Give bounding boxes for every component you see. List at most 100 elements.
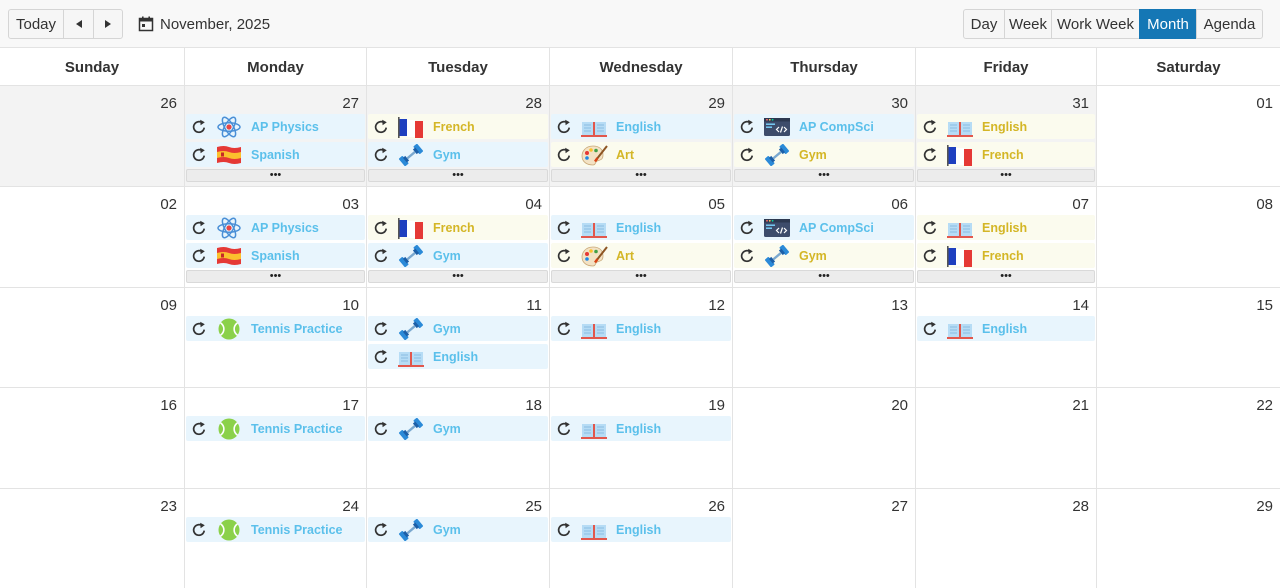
day-number[interactable]: 11 [526, 297, 542, 314]
day-cell[interactable]: 03 AP Physics Spanish ••• [184, 186, 366, 287]
day-number[interactable]: 15 [1256, 297, 1273, 314]
calendar-event[interactable]: Art [551, 243, 731, 268]
today-button[interactable]: Today [8, 9, 64, 39]
day-cell[interactable]: 11 Gym English [366, 287, 549, 387]
day-cell[interactable]: 22 [1096, 387, 1280, 488]
day-number[interactable]: 08 [1256, 196, 1273, 213]
more-events-button[interactable]: ••• [734, 270, 914, 283]
previous-button[interactable] [63, 9, 94, 39]
day-number[interactable]: 27 [342, 95, 359, 112]
day-number[interactable]: 23 [160, 498, 177, 515]
day-number[interactable]: 29 [708, 95, 725, 112]
day-number[interactable]: 18 [525, 397, 542, 414]
day-number[interactable]: 02 [160, 196, 177, 213]
day-cell[interactable]: 31 English French ••• [915, 86, 1096, 186]
day-cell[interactable]: 27 AP Physics Spanish ••• [184, 86, 366, 186]
calendar-event[interactable]: Spanish [186, 243, 365, 268]
day-cell[interactable]: 23 [0, 488, 184, 588]
calendar-event[interactable]: English [551, 316, 731, 341]
calendar-event[interactable]: Art [551, 142, 731, 167]
day-cell[interactable]: 10 Tennis Practice [184, 287, 366, 387]
calendar-event[interactable]: Tennis Practice [186, 416, 365, 441]
day-number[interactable]: 20 [891, 397, 908, 414]
calendar-event[interactable]: Tennis Practice [186, 316, 365, 341]
day-number[interactable]: 24 [342, 498, 359, 515]
calendar-event[interactable]: AP CompSci [734, 215, 914, 240]
more-events-button[interactable]: ••• [917, 270, 1095, 283]
calendar-event[interactable]: English [917, 316, 1095, 341]
day-number[interactable]: 05 [708, 196, 725, 213]
calendar-event[interactable]: Gym [734, 243, 914, 268]
day-number[interactable]: 16 [160, 397, 177, 414]
calendar-event[interactable]: Gym [368, 316, 548, 341]
day-cell[interactable]: 09 [0, 287, 184, 387]
calendar-event[interactable]: English [551, 416, 731, 441]
calendar-event[interactable]: English [368, 344, 548, 369]
calendar-event[interactable]: French [917, 142, 1095, 167]
more-events-button[interactable]: ••• [368, 169, 548, 182]
view-month-button[interactable]: Month [1139, 9, 1197, 39]
day-cell[interactable]: 18 Gym [366, 387, 549, 488]
calendar-event[interactable]: English [551, 517, 731, 542]
day-cell[interactable]: 02 [0, 186, 184, 287]
calendar-event[interactable]: French [917, 243, 1095, 268]
day-cell[interactable]: 26 [0, 86, 184, 186]
day-number[interactable]: 21 [1072, 397, 1089, 414]
more-events-button[interactable]: ••• [368, 270, 548, 283]
day-number[interactable]: 30 [891, 95, 908, 112]
day-number[interactable]: 07 [1072, 196, 1089, 213]
calendar-event[interactable]: Gym [368, 243, 548, 268]
day-number[interactable]: 09 [160, 297, 177, 314]
day-cell[interactable]: 20 [732, 387, 915, 488]
day-number[interactable]: 27 [891, 498, 908, 515]
day-number[interactable]: 01 [1256, 95, 1273, 112]
day-cell[interactable]: 29 [1096, 488, 1280, 588]
calendar-event[interactable]: English [551, 114, 731, 139]
day-cell[interactable]: 19 English [549, 387, 732, 488]
day-cell[interactable]: 28 French Gym ••• [366, 86, 549, 186]
day-cell[interactable]: 25 Gym [366, 488, 549, 588]
more-events-button[interactable]: ••• [734, 169, 914, 182]
calendar-event[interactable]: French [368, 114, 548, 139]
calendar-event[interactable]: Gym [368, 142, 548, 167]
calendar-event[interactable]: Spanish [186, 142, 365, 167]
calendar-event[interactable]: English [917, 215, 1095, 240]
day-cell[interactable]: 24 Tennis Practice [184, 488, 366, 588]
day-cell[interactable]: 30 AP CompSci Gym ••• [732, 86, 915, 186]
day-cell[interactable]: 12 English [549, 287, 732, 387]
calendar-event[interactable]: AP CompSci [734, 114, 914, 139]
day-cell[interactable]: 17 Tennis Practice [184, 387, 366, 488]
calendar-event[interactable]: Tennis Practice [186, 517, 365, 542]
day-cell[interactable]: 29 English Art ••• [549, 86, 732, 186]
day-number[interactable]: 10 [342, 297, 359, 314]
day-number[interactable]: 28 [1072, 498, 1089, 515]
day-cell[interactable]: 26 English [549, 488, 732, 588]
day-number[interactable]: 06 [891, 196, 908, 213]
day-number[interactable]: 12 [708, 297, 725, 314]
day-cell[interactable]: 28 [915, 488, 1096, 588]
day-cell[interactable]: 21 [915, 387, 1096, 488]
day-number[interactable]: 25 [525, 498, 542, 515]
day-number[interactable]: 26 [160, 95, 177, 112]
day-cell[interactable]: 06 AP CompSci Gym ••• [732, 186, 915, 287]
day-cell[interactable]: 16 [0, 387, 184, 488]
day-number[interactable]: 22 [1256, 397, 1273, 414]
day-cell[interactable]: 27 [732, 488, 915, 588]
day-number[interactable]: 14 [1072, 297, 1089, 314]
day-cell[interactable]: 01 [1096, 86, 1280, 186]
day-cell[interactable]: 15 [1096, 287, 1280, 387]
day-cell[interactable]: 08 [1096, 186, 1280, 287]
more-events-button[interactable]: ••• [551, 270, 731, 283]
day-number[interactable]: 19 [708, 397, 725, 414]
view-day-button[interactable]: Day [963, 9, 1005, 39]
day-number[interactable]: 13 [891, 297, 908, 314]
view-agenda-button[interactable]: Agenda [1196, 9, 1263, 39]
more-events-button[interactable]: ••• [186, 169, 365, 182]
day-cell[interactable]: 07 English French ••• [915, 186, 1096, 287]
view-week-button[interactable]: Week [1004, 9, 1052, 39]
calendar-event[interactable]: Gym [734, 142, 914, 167]
calendar-event[interactable]: Gym [368, 416, 548, 441]
day-number[interactable]: 31 [1072, 95, 1089, 112]
date-range-picker[interactable]: November, 2025 [138, 9, 270, 39]
day-number[interactable]: 29 [1256, 498, 1273, 515]
